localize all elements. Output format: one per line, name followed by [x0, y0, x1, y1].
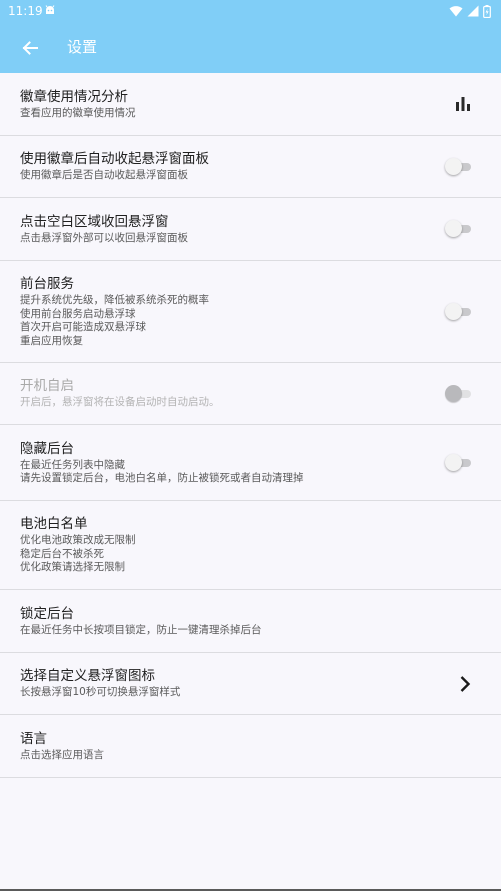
setting-subtitle: 优化政策请选择无限制	[20, 561, 125, 574]
setting-subtitle: 使用徽章后是否自动收起悬浮窗面板	[20, 169, 188, 182]
setting-subtitle: 优化电池政策改成无限制	[20, 534, 136, 547]
setting-trailing	[445, 220, 471, 238]
setting-auto-collapse-panel[interactable]: 使用徽章后自动收起悬浮窗面板 使用徽章后是否自动收起悬浮窗面板	[0, 136, 501, 198]
setting-subtitle: 点击选择应用语言	[20, 748, 104, 761]
setting-title: 选择自定义悬浮窗图标	[20, 668, 155, 685]
auto-collapse-toggle[interactable]	[445, 157, 471, 176]
setting-subtitle: 请先设置锁定后台，电池白名单，防止被锁死或者自动清理掉	[20, 472, 304, 484]
setting-subtitle: 提升系统优先级，降低被系统杀死的概率	[20, 294, 209, 306]
settings-screen: 11:19 设置 徽章使用情况分析 查看应用的徽章使用情况 使用徽章后自动收起悬…	[0, 0, 501, 891]
setting-subtitle: 稳定后台不被杀死	[20, 547, 104, 560]
setting-subtitle: 首次开启可能造成双悬浮球	[20, 321, 146, 333]
setting-trailing	[445, 302, 471, 321]
back-button[interactable]	[14, 32, 46, 64]
launch-on-boot-toggle	[445, 384, 471, 403]
toggle-thumb	[445, 157, 462, 175]
setting-title: 开机自启	[20, 378, 74, 395]
setting-trailing	[445, 384, 471, 403]
android-notification-icon	[45, 5, 55, 14]
setting-title: 语言	[20, 730, 47, 747]
toggle-thumb	[445, 453, 462, 471]
setting-trailing	[459, 675, 471, 693]
setting-subtitle: 长按悬浮窗10秒可切换悬浮窗样式	[20, 686, 181, 699]
status-time: 11:19	[8, 4, 43, 18]
setting-trailing	[445, 157, 471, 176]
setting-lock-background[interactable]: 锁定后台 在最近任务中长按项目锁定，防止一键清理杀掉后台	[0, 590, 501, 653]
app-bar: 设置	[0, 22, 501, 73]
setting-title: 使用徽章后自动收起悬浮窗面板	[20, 151, 209, 168]
setting-trailing	[445, 453, 471, 472]
status-icons	[449, 4, 491, 18]
setting-subtitle: 查看应用的徽章使用情况	[20, 106, 136, 119]
battery-icon	[483, 4, 491, 18]
setting-title: 前台服务	[20, 276, 74, 292]
setting-subtitle: 使用前台服务启动悬浮球	[20, 307, 136, 320]
setting-battery-whitelist[interactable]: 电池白名单 优化电池政策改成无限制 稳定后台不被杀死 优化政策请选择无限制	[0, 501, 501, 590]
setting-title: 电池白名单	[20, 516, 88, 533]
setting-subtitle: 在最近任务中长按项目锁定，防止一键清理杀掉后台	[20, 623, 262, 636]
settings-list: 徽章使用情况分析 查看应用的徽章使用情况 使用徽章后自动收起悬浮窗面板 使用徽章…	[0, 73, 501, 778]
arrow-left-icon	[22, 41, 38, 55]
setting-title: 点击空白区域收回悬浮窗	[20, 213, 169, 230]
setting-trailing	[455, 97, 471, 111]
hide-from-recents-toggle[interactable]	[445, 453, 471, 472]
foreground-service-toggle[interactable]	[445, 302, 471, 321]
setting-title: 锁定后台	[20, 605, 74, 622]
page-title: 设置	[67, 38, 98, 56]
chevron-right-icon	[460, 675, 471, 692]
signal-icon	[467, 5, 479, 17]
setting-language[interactable]: 语言 点击选择应用语言	[0, 715, 501, 778]
toggle-thumb	[445, 302, 462, 320]
setting-badge-usage-analysis[interactable]: 徽章使用情况分析 查看应用的徽章使用情况	[0, 73, 501, 136]
setting-subtitle: 重启应用恢复	[20, 334, 83, 347]
tap-outside-toggle[interactable]	[445, 220, 471, 238]
setting-title: 隐藏后台	[20, 440, 74, 457]
setting-subtitle: 点击悬浮窗外部可以收回悬浮窗面板	[20, 231, 188, 244]
chart-icon	[456, 97, 470, 111]
setting-launch-on-boot: 开机自启 开启后，悬浮窗将在设备启动时自动启动。	[0, 363, 501, 425]
setting-custom-float-icon[interactable]: 选择自定义悬浮窗图标 长按悬浮窗10秒可切换悬浮窗样式	[0, 653, 501, 715]
setting-hide-from-recents[interactable]: 隐藏后台 在最近任务列表中隐藏 请先设置锁定后台，电池白名单，防止被锁死或者自动…	[0, 425, 501, 501]
toggle-thumb	[445, 384, 462, 402]
setting-subtitle: 开启后，悬浮窗将在设备启动时自动启动。	[20, 396, 220, 409]
setting-tap-outside-collapse[interactable]: 点击空白区域收回悬浮窗 点击悬浮窗外部可以收回悬浮窗面板	[0, 198, 501, 261]
toggle-thumb	[445, 220, 462, 237]
status-bar: 11:19	[0, 0, 501, 22]
setting-foreground-service[interactable]: 前台服务 提升系统优先级，降低被系统杀死的概率 使用前台服务启动悬浮球 首次开启…	[0, 261, 501, 363]
setting-title: 徽章使用情况分析	[20, 88, 128, 105]
wifi-icon	[449, 6, 463, 17]
setting-subtitle: 在最近任务列表中隐藏	[20, 458, 125, 471]
